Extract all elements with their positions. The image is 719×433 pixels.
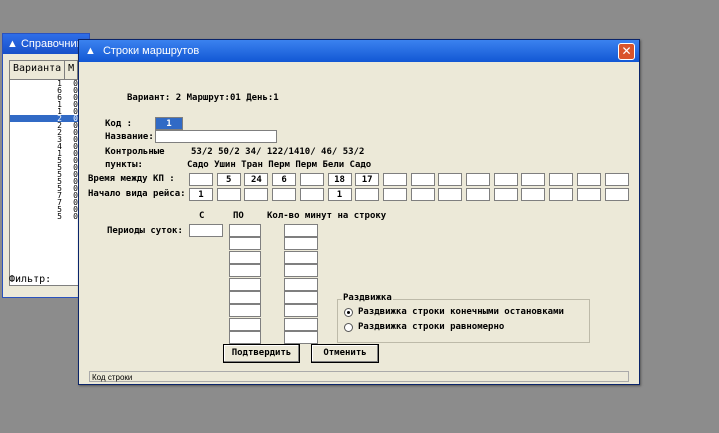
start-field[interactable]	[299, 188, 324, 201]
kod-label: Код :	[105, 119, 133, 129]
interval-field[interactable]	[549, 173, 574, 186]
filter-label: Фильтр:	[9, 274, 52, 285]
period-minutes-field[interactable]	[284, 317, 318, 331]
period-minutes-field[interactable]	[284, 224, 318, 237]
name-input[interactable]	[155, 130, 277, 143]
background-window: ▲ Справочник Варианта М 1060601010202020…	[2, 33, 90, 298]
period-minutes-field[interactable]	[284, 237, 318, 251]
column-header-m[interactable]: М	[65, 61, 79, 79]
interval-field[interactable]	[604, 173, 629, 186]
period-to-field[interactable]	[229, 237, 261, 251]
start-field[interactable]: 1	[189, 188, 213, 201]
period-to-field[interactable]	[229, 264, 261, 278]
start-field[interactable]	[493, 188, 518, 201]
interval-field[interactable]: 24	[244, 173, 269, 186]
period-to-field[interactable]	[229, 277, 261, 291]
column-to: ПО	[233, 211, 244, 221]
start-field[interactable]	[410, 188, 435, 201]
spread-groupbox: Раздвижка Раздвижка строки конечными ост…	[337, 293, 590, 343]
period-to-field[interactable]	[229, 291, 261, 304]
name-label: Название:	[105, 132, 154, 142]
periods-label: Периоды суток:	[107, 226, 183, 236]
kod-input[interactable]: 1	[155, 117, 183, 130]
control-points-codes: 53/2 50/2 34/ 122/1410/ 46/ 53/2	[191, 147, 365, 157]
interval-field[interactable]: 6	[272, 173, 297, 186]
interval-field[interactable]	[521, 173, 546, 186]
variants-list[interactable]: Варианта М 10606010102020203040105050505…	[9, 60, 87, 286]
app-icon: ▲	[85, 45, 96, 57]
route-rows-dialog: ▲ Строки маршрутов ✕ Вариант: 2 Маршрут:…	[78, 39, 640, 385]
interval-label: Время между КП :	[88, 174, 175, 184]
background-window-title: ▲ Справочник	[3, 34, 89, 54]
points-label: пункты:	[105, 160, 143, 170]
status-bar: Код строки	[89, 371, 629, 382]
period-to-field[interactable]	[229, 331, 261, 345]
start-field[interactable]	[549, 188, 574, 201]
start-field[interactable]	[355, 188, 380, 201]
interval-field[interactable]	[493, 173, 518, 186]
radio-uniform[interactable]: Раздвижка строки равномерно	[344, 322, 504, 332]
interval-field[interactable]	[576, 173, 601, 186]
column-minutes: Кол-во минут на строку	[267, 211, 387, 221]
start-field[interactable]	[244, 188, 269, 201]
interval-field[interactable]	[382, 173, 407, 186]
start-field[interactable]	[521, 188, 546, 201]
interval-field[interactable]: 17	[355, 173, 380, 186]
start-field[interactable]	[466, 188, 490, 201]
column-header-variant[interactable]: Варианта	[10, 61, 66, 79]
interval-field[interactable]: 18	[327, 173, 352, 186]
interval-field[interactable]	[189, 173, 213, 186]
start-field[interactable]	[272, 188, 297, 201]
start-field[interactable]	[438, 188, 463, 201]
period-to-field[interactable]	[229, 304, 261, 318]
spread-group-title: Раздвижка	[342, 293, 393, 303]
confirm-button[interactable]: Подтвердить	[223, 344, 300, 363]
start-field[interactable]	[604, 188, 629, 201]
period-to-field[interactable]	[229, 317, 261, 331]
start-label: Начало вида рейса:	[88, 189, 186, 199]
list-item[interactable]: 50	[10, 213, 86, 221]
points-names: Садо Ушин Тран Перм Перм Бели Садо	[187, 160, 372, 170]
header-info: Вариант: 2 Маршрут:01 День:1	[127, 93, 279, 103]
period-minutes-field[interactable]	[284, 331, 318, 345]
control-points-label: Контрольные	[105, 147, 165, 157]
interval-field[interactable]	[466, 173, 490, 186]
interval-field[interactable]: 5	[216, 173, 241, 186]
dialog-title: Строки маршрутов	[102, 45, 200, 57]
column-from: С	[199, 211, 205, 221]
interval-field[interactable]	[299, 173, 324, 186]
radio-terminal-stops[interactable]: Раздвижка строки конечными остановками	[344, 307, 564, 317]
start-field[interactable]: 1	[327, 188, 352, 201]
radio-unselected-icon	[344, 322, 353, 332]
period-minutes-field[interactable]	[284, 264, 318, 278]
period-minutes-field[interactable]	[284, 277, 318, 291]
period-minutes-field[interactable]	[284, 291, 318, 304]
radio-selected-icon	[344, 307, 353, 317]
cancel-button[interactable]: Отменить	[311, 344, 379, 363]
period-minutes-field[interactable]	[284, 250, 318, 264]
start-field[interactable]	[576, 188, 601, 201]
dialog-title-bar: ▲ Строки маршрутов ✕	[79, 40, 639, 62]
period-minutes-field[interactable]	[284, 304, 318, 318]
start-field[interactable]	[216, 188, 241, 201]
period-from-field[interactable]	[189, 224, 223, 237]
period-to-field[interactable]	[229, 250, 261, 264]
start-field[interactable]	[382, 188, 407, 201]
app-icon: ▲	[7, 38, 21, 50]
period-to-field[interactable]	[229, 224, 261, 237]
interval-field[interactable]	[410, 173, 435, 186]
interval-field[interactable]	[438, 173, 463, 186]
close-button[interactable]: ✕	[618, 43, 635, 60]
